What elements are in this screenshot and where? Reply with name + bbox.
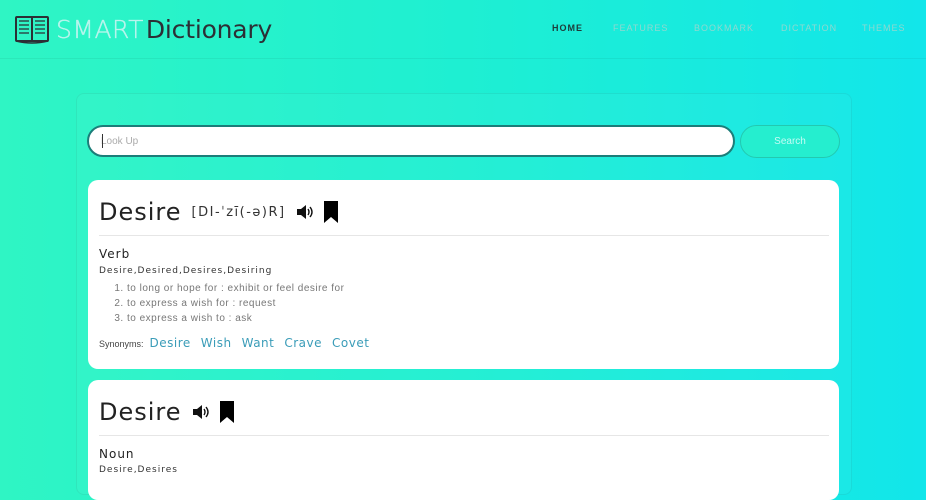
search-button[interactable]: Search [740,125,840,158]
speaker-icon[interactable] [192,404,210,420]
synonym-link[interactable]: Wish [201,336,232,350]
entry-card-noun: Desire Noun Desire,Desires [88,380,839,500]
entry-divider [99,435,829,436]
definition-item: to long or hope for : exhibit or feel de… [127,281,344,296]
text-caret [102,134,103,148]
entry-header: Desire [99,398,234,426]
navbar: SMART Dictionary HOME FEATURES BOOKMARK … [0,0,926,59]
synonyms-row: Synonyms: Desire Wish Want Crave Covet [99,336,379,350]
nav-links: HOME FEATURES BOOKMARK DICTATION THEMES [0,23,926,37]
bookmark-icon[interactable] [219,401,234,423]
speaker-icon[interactable] [296,204,314,220]
bookmark-icon[interactable] [323,201,338,223]
entry-word: Desire [99,198,182,226]
definition-item: to express a wish to : ask [127,311,344,326]
part-of-speech: Noun [99,447,135,461]
synonym-link[interactable]: Want [242,336,275,350]
definitions-list: to long or hope for : exhibit or feel de… [115,281,344,326]
nav-bookmark[interactable]: BOOKMARK [694,23,754,33]
nav-themes[interactable]: THEMES [862,23,906,33]
word-forms: Desire,Desires [99,465,178,475]
part-of-speech: Verb [99,247,131,261]
entry-header: Desire [DI-ˈzī(-ə)R] [99,198,338,226]
nav-features[interactable]: FEATURES [613,23,668,33]
entry-card-verb: Desire [DI-ˈzī(-ə)R] Verb Desire,Desired… [88,180,839,369]
entry-phonetic: [DI-ˈzī(-ə)R] [191,204,286,220]
entry-word: Desire [99,398,182,426]
word-forms: Desire,Desired,Desires,Desiring [99,266,273,276]
search-input[interactable] [87,125,735,157]
nav-dictation[interactable]: DICTATION [781,23,837,33]
synonym-link[interactable]: Crave [284,336,322,350]
synonyms-label: Synonyms: [99,339,144,349]
synonym-link[interactable]: Covet [332,336,369,350]
definition-item: to express a wish for : request [127,296,344,311]
nav-home[interactable]: HOME [552,23,583,33]
entry-divider [99,235,829,236]
synonym-link[interactable]: Desire [150,336,191,350]
